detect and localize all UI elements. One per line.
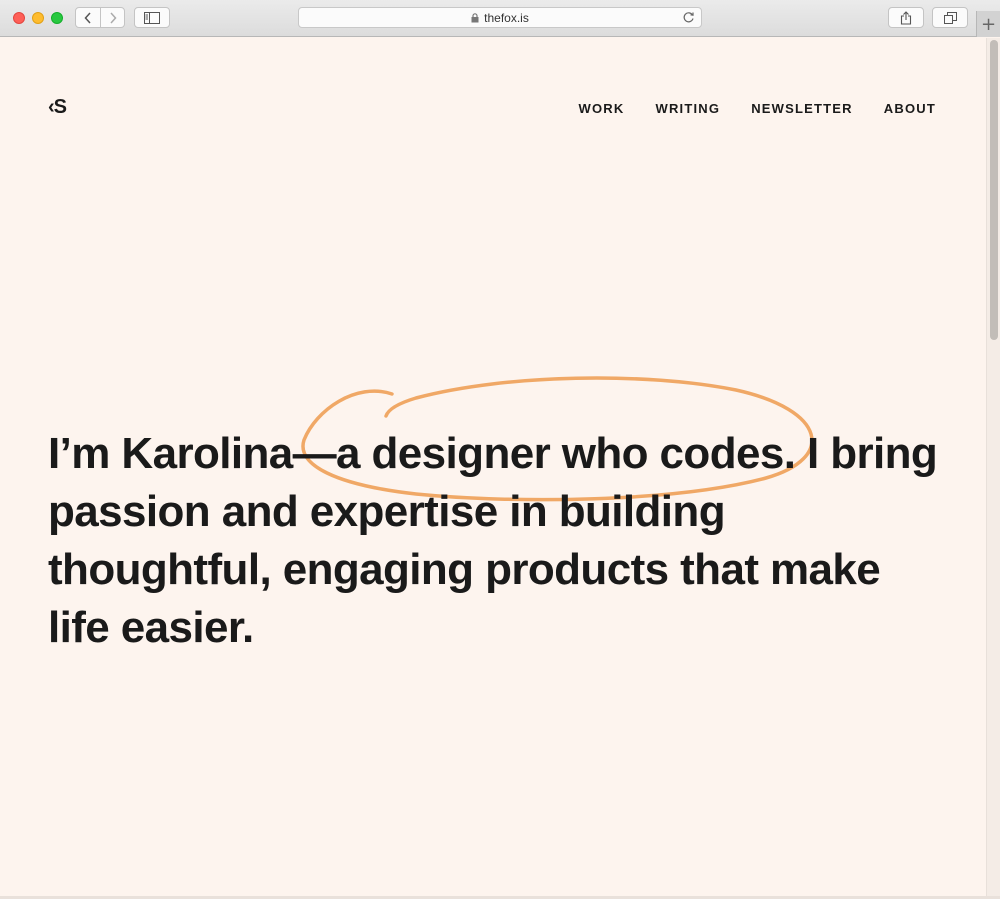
nav-link-about[interactable]: ABOUT: [884, 101, 936, 116]
address-bar[interactable]: thefox.is: [298, 7, 702, 28]
new-tab-button[interactable]: +: [976, 11, 1000, 37]
browser-toolbar: thefox.is +: [0, 0, 1000, 37]
hero-headline: I’m Karolina—a designer who codes. I bri…: [48, 429, 938, 652]
lock-icon: [471, 12, 479, 23]
zoom-window-button[interactable]: [51, 12, 63, 24]
sidebar-icon: [144, 11, 160, 24]
tabs-overview-icon: [943, 11, 957, 24]
share-button[interactable]: [888, 7, 924, 28]
close-window-button[interactable]: [13, 12, 25, 24]
nav-link-work[interactable]: WORK: [579, 101, 625, 116]
sidebar-toggle-button[interactable]: [134, 7, 170, 28]
site-logo[interactable]: ‹S: [48, 96, 67, 119]
chevron-right-icon: [109, 11, 117, 24]
forward-button[interactable]: [100, 8, 124, 27]
show-tabs-button[interactable]: [932, 7, 968, 28]
reload-icon[interactable]: [682, 11, 695, 27]
chevron-left-icon: [84, 11, 91, 24]
back-button[interactable]: [76, 8, 100, 27]
scrollbar-thumb[interactable]: [990, 40, 998, 340]
main-navigation: WORK WRITING NEWSLETTER ABOUT: [579, 101, 936, 116]
minimize-window-button[interactable]: [32, 12, 44, 24]
nav-link-newsletter[interactable]: NEWSLETTER: [751, 101, 853, 116]
share-icon: [900, 10, 912, 25]
history-navigation: [75, 7, 125, 28]
url-text: thefox.is: [484, 10, 529, 25]
nav-link-writing[interactable]: WRITING: [655, 101, 720, 116]
